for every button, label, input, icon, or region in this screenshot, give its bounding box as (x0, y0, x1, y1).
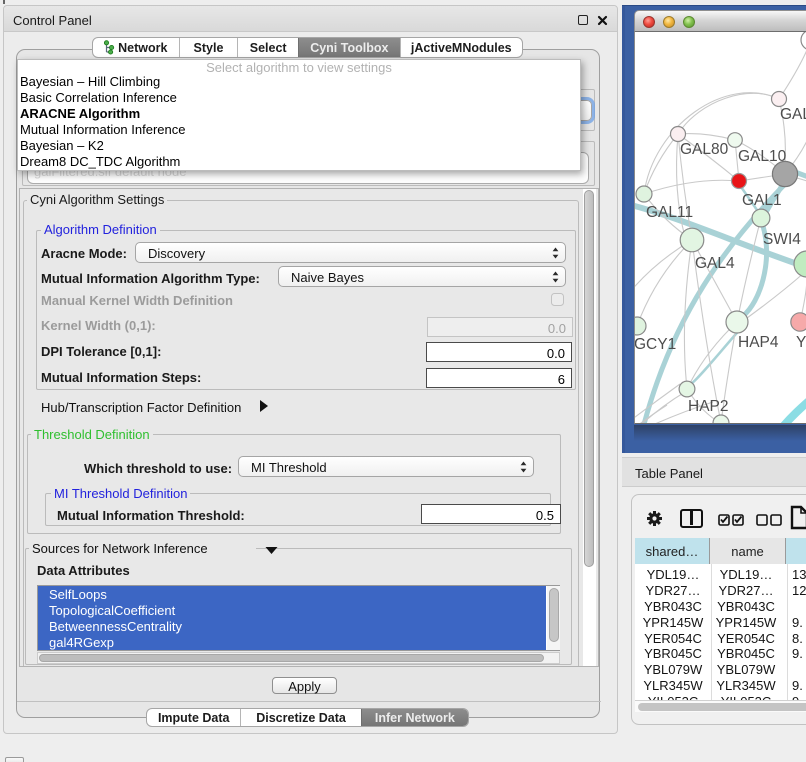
svg-text:HAP2: HAP2 (688, 398, 729, 415)
svg-text:GAL1: GAL1 (742, 192, 782, 209)
svg-text:GAL80: GAL80 (680, 141, 729, 158)
svg-text:GAL: GAL (780, 106, 806, 123)
svg-text:GAL10: GAL10 (738, 148, 787, 165)
svg-text:GAL11: GAL11 (646, 204, 693, 221)
svg-text:GCY1: GCY1 (635, 336, 676, 353)
svg-text:GAL4: GAL4 (695, 255, 735, 272)
svg-text:HAP4: HAP4 (738, 334, 779, 351)
svg-text:Y: Y (796, 334, 806, 351)
svg-text:SWI4: SWI4 (763, 231, 801, 248)
